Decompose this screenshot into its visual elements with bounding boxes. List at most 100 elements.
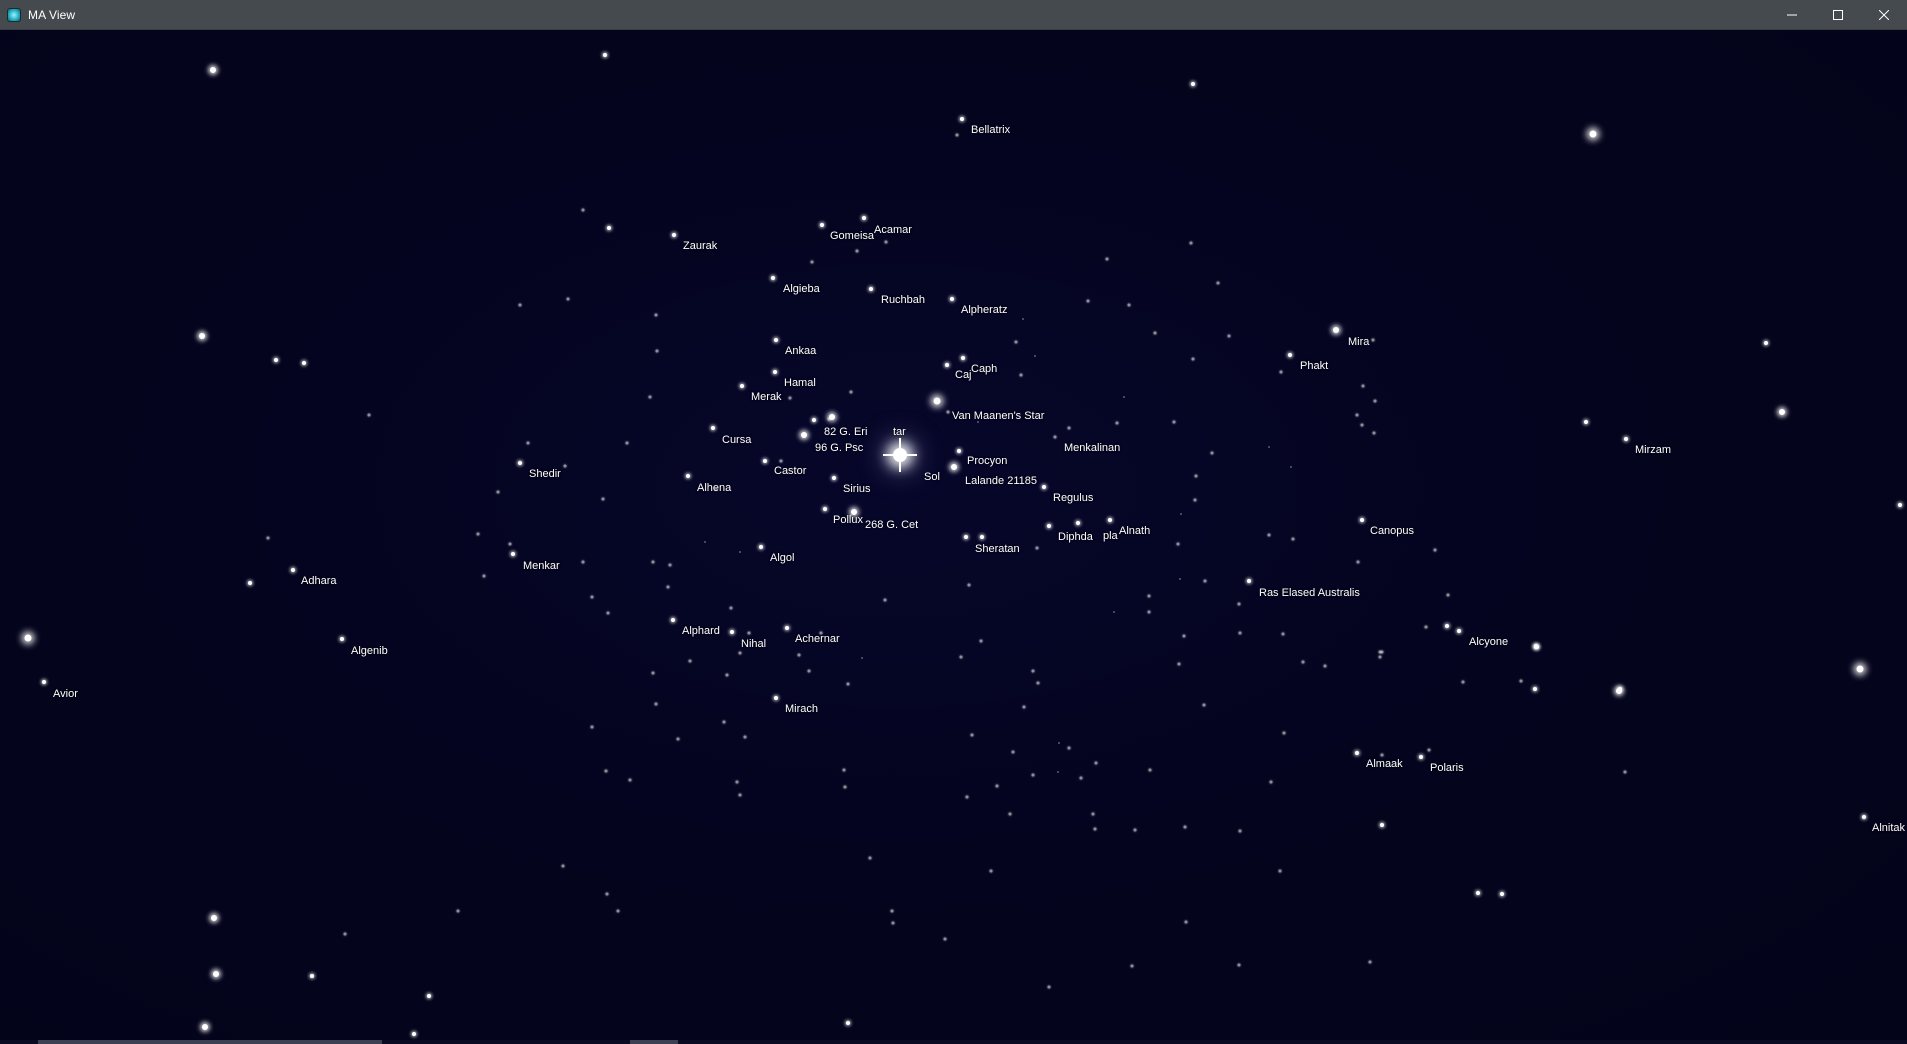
scrollbar-thumb[interactable] xyxy=(38,1040,382,1044)
maximize-button[interactable] xyxy=(1815,0,1861,30)
close-button[interactable] xyxy=(1861,0,1907,30)
star-label-lalande-21185[interactable]: Lalande 21185 xyxy=(965,475,1037,487)
star-label-canopus[interactable]: Canopus xyxy=(1370,525,1414,537)
star-label-procyon[interactable]: Procyon xyxy=(967,455,1007,467)
star-label-sheratan[interactable]: Sheratan xyxy=(975,543,1020,555)
star-label-ankaa[interactable]: Ankaa xyxy=(785,345,816,357)
star-avior[interactable] xyxy=(42,680,46,684)
star-lalande-21185[interactable] xyxy=(951,464,957,470)
star-menkalinan[interactable] xyxy=(1053,435,1057,439)
star-96-g-psc[interactable] xyxy=(801,432,807,438)
star-canopus[interactable] xyxy=(1360,518,1364,522)
star-label-diphda[interactable]: Diphda xyxy=(1058,531,1093,543)
star-label-sirius[interactable]: Sirius xyxy=(843,483,871,495)
star-zaurak[interactable] xyxy=(672,233,676,237)
star-label-alcyone[interactable]: Alcyone xyxy=(1469,636,1508,648)
star-alcyone[interactable] xyxy=(1457,629,1461,633)
star-label-shedir[interactable]: Shedir xyxy=(529,468,561,480)
star-pollux[interactable] xyxy=(823,507,827,511)
star-label-gomeisa[interactable]: Gomeisa xyxy=(830,230,874,242)
star-label-algol[interactable]: Algol xyxy=(770,552,794,564)
star-bellatrix[interactable] xyxy=(960,117,964,121)
star-alnitak[interactable] xyxy=(1862,815,1866,819)
star-label-polaris[interactable]: Polaris xyxy=(1430,762,1464,774)
star-label-tar[interactable]: tar xyxy=(893,426,906,438)
star-label-almaak[interactable]: Almaak xyxy=(1366,758,1403,770)
star-acamar[interactable] xyxy=(862,216,866,220)
star-268-g-cet[interactable] xyxy=(851,509,857,515)
star-gomeisa[interactable] xyxy=(820,223,824,227)
star-almaak[interactable] xyxy=(1355,751,1359,755)
horizontal-scrollbar[interactable] xyxy=(0,1040,1907,1044)
star-82-g-eri[interactable] xyxy=(829,414,835,420)
star-diphda[interactable] xyxy=(1076,521,1080,525)
star-label-96-g-psc[interactable]: 96 G. Psc xyxy=(815,442,863,454)
star-polaris[interactable] xyxy=(1419,755,1423,759)
star-label-268-g-cet[interactable]: 268 G. Cet xyxy=(865,519,918,531)
star-mirach[interactable] xyxy=(774,696,778,700)
star-algieba[interactable] xyxy=(771,276,775,280)
star-label-alnitak[interactable]: Alnitak xyxy=(1872,822,1905,834)
star-label-sol[interactable]: Sol xyxy=(924,471,940,483)
star-algol[interactable] xyxy=(759,545,763,549)
star-shedir[interactable] xyxy=(518,461,522,465)
star-sirius[interactable] xyxy=(832,476,836,480)
star-label-algieba[interactable]: Algieba xyxy=(783,283,820,295)
star-label-achernar[interactable]: Achernar xyxy=(795,633,840,645)
star-label-castor[interactable]: Castor xyxy=(774,465,806,477)
star-adhara[interactable] xyxy=(291,568,295,572)
star-regulus[interactable] xyxy=(1042,485,1046,489)
star-label-ras-elased-australis[interactable]: Ras Elased Australis xyxy=(1259,587,1360,599)
star-label-menkalinan[interactable]: Menkalinan xyxy=(1064,442,1120,454)
star-label-adhara[interactable]: Adhara xyxy=(301,575,336,587)
sol-star[interactable] xyxy=(893,448,907,462)
star-ras-elased-australis[interactable] xyxy=(1247,579,1251,583)
star-algenib[interactable] xyxy=(340,637,344,641)
star-label-caj[interactable]: Caj xyxy=(955,369,972,381)
star-merak[interactable] xyxy=(740,384,744,388)
star-label-nihal[interactable]: Nihal xyxy=(741,638,766,650)
star-hamal[interactable] xyxy=(773,370,777,374)
star-label-mirach[interactable]: Mirach xyxy=(785,703,818,715)
star-label-cursa[interactable]: Cursa xyxy=(722,434,751,446)
title-bar[interactable]: MA View xyxy=(0,0,1907,30)
star-cursa[interactable] xyxy=(711,426,715,430)
star-label-regulus[interactable]: Regulus xyxy=(1053,492,1093,504)
star-nihal[interactable] xyxy=(730,630,734,634)
star-achernar[interactable] xyxy=(785,626,789,630)
star-label-hamal[interactable]: Hamal xyxy=(784,377,816,389)
star-label-82-g-eri[interactable]: 82 G. Eri xyxy=(824,426,867,438)
star-label-menkar[interactable]: Menkar xyxy=(523,560,560,572)
star-label-merak[interactable]: Merak xyxy=(751,391,782,403)
star-label-mirzam[interactable]: Mirzam xyxy=(1635,444,1671,456)
star-label-ruchbah[interactable]: Ruchbah xyxy=(881,294,925,306)
star-ankaa[interactable] xyxy=(774,338,778,342)
star-label-pollux[interactable]: Pollux xyxy=(833,514,863,526)
star-alnath[interactable] xyxy=(1108,518,1112,522)
star-label-mira[interactable]: Mira xyxy=(1348,336,1369,348)
star-label-bellatrix[interactable]: Bellatrix xyxy=(971,124,1010,136)
star-label-acamar[interactable]: Acamar xyxy=(874,224,912,236)
star-caph[interactable] xyxy=(961,356,965,360)
star-label-phakt[interactable]: Phakt xyxy=(1300,360,1328,372)
star-procyon[interactable] xyxy=(957,449,961,453)
star-ruchbah[interactable] xyxy=(869,287,873,291)
star-label-alnath[interactable]: Alnath xyxy=(1119,525,1150,537)
star-label-zaurak[interactable]: Zaurak xyxy=(683,240,717,252)
star-alpheratz[interactable] xyxy=(950,297,954,301)
star-sheratan[interactable] xyxy=(964,535,968,539)
scrollbar-thumb[interactable] xyxy=(630,1040,678,1044)
star-label-van-maanens-star[interactable]: Van Maanen's Star xyxy=(952,410,1044,422)
star-label-avior[interactable]: Avior xyxy=(53,688,78,700)
star-alhena[interactable] xyxy=(686,474,690,478)
star-label-algenib[interactable]: Algenib xyxy=(351,645,388,657)
star-map-viewport[interactable]: Sol Bellatrix Zaurak Gomeisa Acamar Algi… xyxy=(0,30,1907,1044)
star-mira[interactable] xyxy=(1333,327,1339,333)
star-castor[interactable] xyxy=(763,459,767,463)
star-label-alphard[interactable]: Alphard xyxy=(682,625,720,637)
star-label-alhena[interactable]: Alhena xyxy=(697,482,731,494)
star-caj[interactable] xyxy=(945,363,949,367)
star-mirzam[interactable] xyxy=(1624,437,1628,441)
star-label-caph[interactable]: Caph xyxy=(971,363,997,375)
star-label-alpheratz[interactable]: Alpheratz xyxy=(961,304,1007,316)
